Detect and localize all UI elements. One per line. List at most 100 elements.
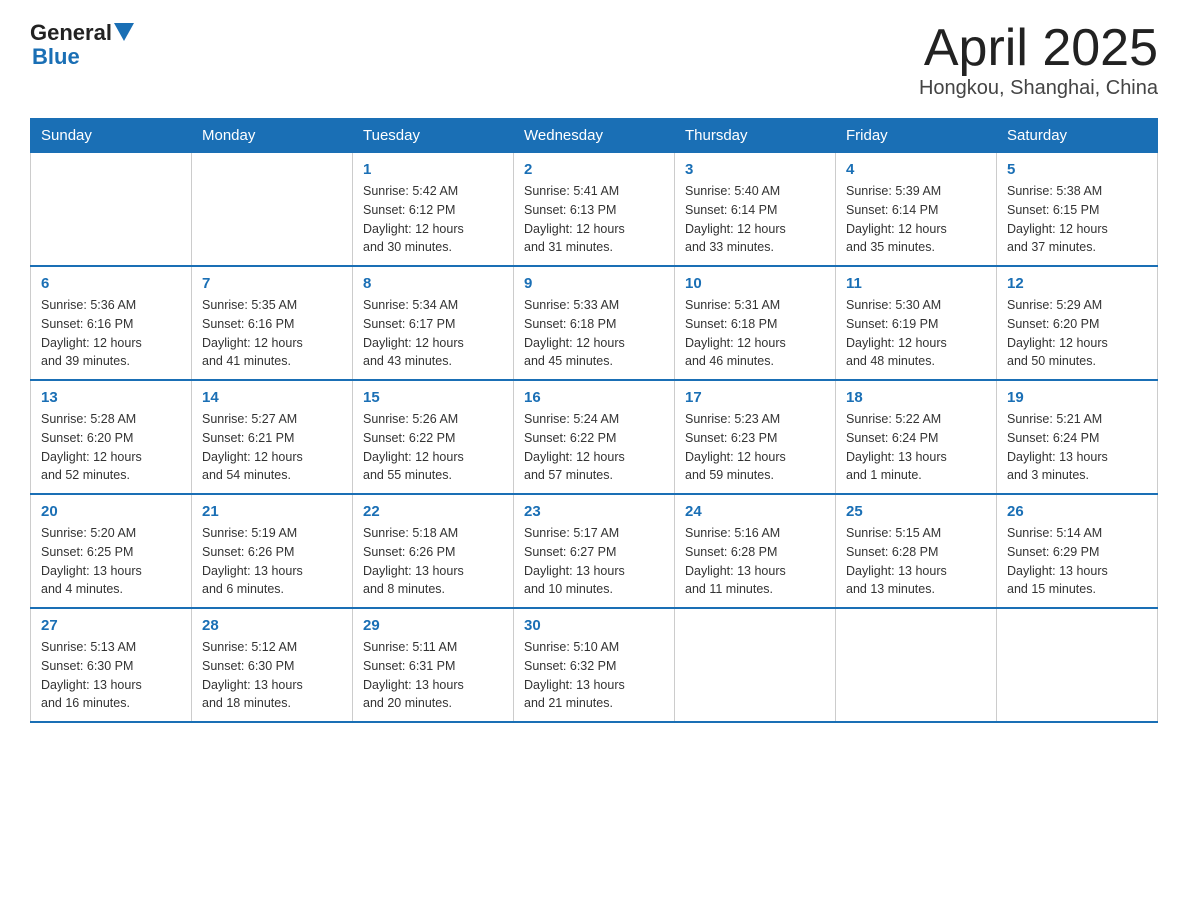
day-number: 7 xyxy=(202,275,342,292)
calendar-cell: 26 Sunrise: 5:14 AM Sunset: 6:29 PM Dayli… xyxy=(997,494,1158,608)
day-number: 20 xyxy=(41,503,181,520)
calendar-cell: 14 Sunrise: 5:27 AM Sunset: 6:21 PM Dayli… xyxy=(192,380,353,494)
day-number: 14 xyxy=(202,389,342,406)
calendar-cell: 1 Sunrise: 5:42 AM Sunset: 6:12 PM Daylig… xyxy=(353,153,514,267)
day-number: 1 xyxy=(363,161,503,178)
day-info: Sunrise: 5:24 AM Sunset: 6:22 PM Dayligh… xyxy=(524,410,664,485)
title-block: April 2025 Hongkou, Shanghai, China xyxy=(919,20,1158,100)
day-number: 2 xyxy=(524,161,664,178)
calendar-cell: 2Sunrise: 5:41 AM Sunset: 6:13 PM Daylig… xyxy=(514,153,675,267)
calendar-cell: 7 Sunrise: 5:35 AM Sunset: 6:16 PM Daylig… xyxy=(192,266,353,380)
calendar-cell: 24 Sunrise: 5:16 AM Sunset: 6:28 PM Dayli… xyxy=(675,494,836,608)
calendar-cell: 27 Sunrise: 5:13 AM Sunset: 6:30 PM Dayli… xyxy=(31,608,192,722)
header-saturday: Saturday xyxy=(997,119,1158,153)
day-number: 26 xyxy=(1007,503,1147,520)
calendar-cell: 19Sunrise: 5:21 AM Sunset: 6:24 PM Dayli… xyxy=(997,380,1158,494)
header-wednesday: Wednesday xyxy=(514,119,675,153)
day-info: Sunrise: 5:40 AM Sunset: 6:14 PM Dayligh… xyxy=(685,182,825,257)
calendar-cell: 21 Sunrise: 5:19 AM Sunset: 6:26 PM Dayli… xyxy=(192,494,353,608)
day-number: 11 xyxy=(846,275,986,292)
calendar-title: April 2025 xyxy=(919,20,1158,77)
day-number: 10 xyxy=(685,275,825,292)
day-info: Sunrise: 5:35 AM Sunset: 6:16 PM Dayligh… xyxy=(202,296,342,371)
day-info: Sunrise: 5:28 AM Sunset: 6:20 PM Dayligh… xyxy=(41,410,181,485)
calendar-cell: 3 Sunrise: 5:40 AM Sunset: 6:14 PM Daylig… xyxy=(675,153,836,267)
header-tuesday: Tuesday xyxy=(353,119,514,153)
day-number: 30 xyxy=(524,617,664,634)
day-number: 29 xyxy=(363,617,503,634)
day-info: Sunrise: 5:13 AM Sunset: 6:30 PM Dayligh… xyxy=(41,638,181,713)
logo: General Blue xyxy=(30,20,134,68)
calendar-cell: 18 Sunrise: 5:22 AM Sunset: 6:24 PM Dayli… xyxy=(836,380,997,494)
day-info: Sunrise: 5:34 AM Sunset: 6:17 PM Dayligh… xyxy=(363,296,503,371)
day-info: Sunrise: 5:14 AM Sunset: 6:29 PM Dayligh… xyxy=(1007,524,1147,599)
header-sunday: Sunday xyxy=(31,119,192,153)
day-info: Sunrise: 5:18 AM Sunset: 6:26 PM Dayligh… xyxy=(363,524,503,599)
day-number: 22 xyxy=(363,503,503,520)
day-number: 17 xyxy=(685,389,825,406)
calendar-cell: 11Sunrise: 5:30 AM Sunset: 6:19 PM Dayli… xyxy=(836,266,997,380)
logo-blue: Blue xyxy=(32,46,80,68)
day-info: Sunrise: 5:27 AM Sunset: 6:21 PM Dayligh… xyxy=(202,410,342,485)
day-number: 13 xyxy=(41,389,181,406)
day-info: Sunrise: 5:22 AM Sunset: 6:24 PM Dayligh… xyxy=(846,410,986,485)
calendar-cell: 22 Sunrise: 5:18 AM Sunset: 6:26 PM Dayli… xyxy=(353,494,514,608)
day-number: 27 xyxy=(41,617,181,634)
calendar-location: Hongkou, Shanghai, China xyxy=(919,77,1158,100)
day-info: Sunrise: 5:10 AM Sunset: 6:32 PM Dayligh… xyxy=(524,638,664,713)
calendar-cell xyxy=(836,608,997,722)
day-number: 21 xyxy=(202,503,342,520)
calendar-cell xyxy=(31,153,192,267)
calendar-cell: 29 Sunrise: 5:11 AM Sunset: 6:31 PM Dayli… xyxy=(353,608,514,722)
day-info: Sunrise: 5:21 AM Sunset: 6:24 PM Dayligh… xyxy=(1007,410,1147,485)
day-info: Sunrise: 5:15 AM Sunset: 6:28 PM Dayligh… xyxy=(846,524,986,599)
day-number: 8 xyxy=(363,275,503,292)
day-number: 16 xyxy=(524,389,664,406)
calendar-cell: 9 Sunrise: 5:33 AM Sunset: 6:18 PM Daylig… xyxy=(514,266,675,380)
calendar-cell: 28 Sunrise: 5:12 AM Sunset: 6:30 PM Dayli… xyxy=(192,608,353,722)
day-info: Sunrise: 5:31 AM Sunset: 6:18 PM Dayligh… xyxy=(685,296,825,371)
day-number: 18 xyxy=(846,389,986,406)
header-monday: Monday xyxy=(192,119,353,153)
day-info: Sunrise: 5:29 AM Sunset: 6:20 PM Dayligh… xyxy=(1007,296,1147,371)
calendar-cell xyxy=(192,153,353,267)
calendar-cell: 25Sunrise: 5:15 AM Sunset: 6:28 PM Dayli… xyxy=(836,494,997,608)
header-thursday: Thursday xyxy=(675,119,836,153)
calendar-week-row: 27 Sunrise: 5:13 AM Sunset: 6:30 PM Dayli… xyxy=(31,608,1158,722)
calendar-cell: 30 Sunrise: 5:10 AM Sunset: 6:32 PM Dayli… xyxy=(514,608,675,722)
calendar-cell: 8 Sunrise: 5:34 AM Sunset: 6:17 PM Daylig… xyxy=(353,266,514,380)
day-info: Sunrise: 5:38 AM Sunset: 6:15 PM Dayligh… xyxy=(1007,182,1147,257)
day-number: 9 xyxy=(524,275,664,292)
calendar-cell xyxy=(675,608,836,722)
day-number: 23 xyxy=(524,503,664,520)
day-info: Sunrise: 5:36 AM Sunset: 6:16 PM Dayligh… xyxy=(41,296,181,371)
calendar-cell: 4Sunrise: 5:39 AM Sunset: 6:14 PM Daylig… xyxy=(836,153,997,267)
day-info: Sunrise: 5:23 AM Sunset: 6:23 PM Dayligh… xyxy=(685,410,825,485)
day-number: 4 xyxy=(846,161,986,178)
day-info: Sunrise: 5:12 AM Sunset: 6:30 PM Dayligh… xyxy=(202,638,342,713)
calendar-cell: 23 Sunrise: 5:17 AM Sunset: 6:27 PM Dayli… xyxy=(514,494,675,608)
calendar-table: SundayMondayTuesdayWednesdayThursdayFrid… xyxy=(30,118,1158,723)
calendar-cell: 20Sunrise: 5:20 AM Sunset: 6:25 PM Dayli… xyxy=(31,494,192,608)
day-info: Sunrise: 5:42 AM Sunset: 6:12 PM Dayligh… xyxy=(363,182,503,257)
calendar-week-row: 6 Sunrise: 5:36 AM Sunset: 6:16 PM Daylig… xyxy=(31,266,1158,380)
day-number: 3 xyxy=(685,161,825,178)
day-info: Sunrise: 5:17 AM Sunset: 6:27 PM Dayligh… xyxy=(524,524,664,599)
day-number: 15 xyxy=(363,389,503,406)
day-info: Sunrise: 5:19 AM Sunset: 6:26 PM Dayligh… xyxy=(202,524,342,599)
day-number: 6 xyxy=(41,275,181,292)
calendar-header-row: SundayMondayTuesdayWednesdayThursdayFrid… xyxy=(31,119,1158,153)
day-number: 24 xyxy=(685,503,825,520)
day-info: Sunrise: 5:11 AM Sunset: 6:31 PM Dayligh… xyxy=(363,638,503,713)
page-header: General Blue April 2025 Hongkou, Shangha… xyxy=(30,20,1158,100)
logo-general: General xyxy=(30,20,112,46)
calendar-cell: 10 Sunrise: 5:31 AM Sunset: 6:18 PM Dayli… xyxy=(675,266,836,380)
calendar-week-row: 13 Sunrise: 5:28 AM Sunset: 6:20 PM Dayli… xyxy=(31,380,1158,494)
header-friday: Friday xyxy=(836,119,997,153)
day-number: 28 xyxy=(202,617,342,634)
calendar-week-row: 1 Sunrise: 5:42 AM Sunset: 6:12 PM Daylig… xyxy=(31,153,1158,267)
calendar-cell: 16 Sunrise: 5:24 AM Sunset: 6:22 PM Dayli… xyxy=(514,380,675,494)
day-info: Sunrise: 5:16 AM Sunset: 6:28 PM Dayligh… xyxy=(685,524,825,599)
day-info: Sunrise: 5:33 AM Sunset: 6:18 PM Dayligh… xyxy=(524,296,664,371)
day-number: 5 xyxy=(1007,161,1147,178)
